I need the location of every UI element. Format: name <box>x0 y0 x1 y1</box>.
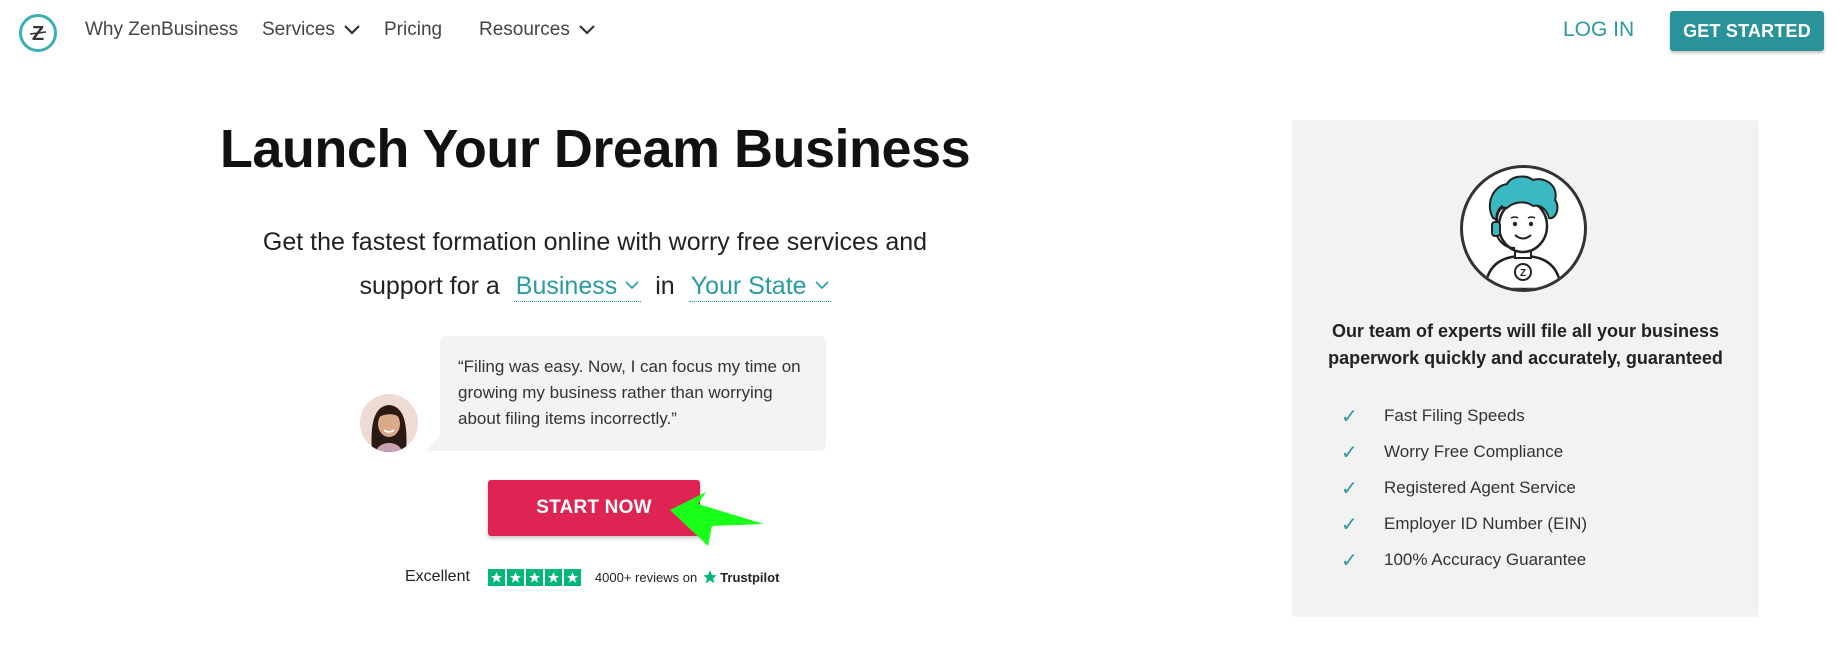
hero-subtitle-line1: Get the fastest formation online with wo… <box>262 228 928 256</box>
subtitle-in: in <box>655 272 675 300</box>
trustpilot-brand: Trustpilot <box>720 569 780 585</box>
support-agent-icon: Z <box>1483 175 1563 289</box>
top-nav: Z Why ZenBusiness Services Pricing Resou… <box>0 0 1848 62</box>
list-item: ✓ Worry Free Compliance <box>1339 434 1587 470</box>
trustpilot-reviews: 4000+ reviews on <box>594 569 698 585</box>
trustpilot-star-icon <box>703 570 717 584</box>
list-item: ✓ Registered Agent Service <box>1339 470 1587 506</box>
star-icon <box>487 568 505 586</box>
get-started-button[interactable]: GET STARTED <box>1670 11 1824 51</box>
nav-why-zenbusiness[interactable]: Why ZenBusiness <box>85 19 238 41</box>
support-agent-illustration: Z <box>1460 165 1587 292</box>
feature-label: 100% Accuracy Guarantee <box>1384 550 1587 569</box>
testimonial-avatar <box>360 394 418 452</box>
list-item: ✓ 100% Accuracy Guarantee <box>1339 542 1587 578</box>
star-icon <box>525 568 543 586</box>
list-item: ✓ Employer ID Number (EIN) <box>1339 506 1587 542</box>
nav-resources-label: Resources <box>479 19 570 40</box>
hero-subtitle-line2: support for a Business in Your State <box>160 264 1030 308</box>
star-icon <box>506 568 524 586</box>
svg-text:Z: Z <box>1520 268 1526 279</box>
feature-list: ✓ Fast Filing Speeds ✓ Worry Free Compli… <box>1339 398 1587 578</box>
check-icon: ✓ <box>1341 405 1358 428</box>
trustpilot-widget[interactable]: Excellent 4000+ reviews on Trustpilot <box>405 568 779 586</box>
state-value: Your State <box>690 271 807 300</box>
feature-label: Employer ID Number (EIN) <box>1384 514 1588 533</box>
login-link[interactable]: LOG IN <box>1563 18 1634 42</box>
zenbusiness-logo[interactable]: Z <box>19 14 57 52</box>
feature-label: Worry Free Compliance <box>1384 442 1564 461</box>
subtitle-prefix: support for a <box>359 272 500 300</box>
nav-why-zenbusiness-label: Why ZenBusiness <box>85 19 239 40</box>
business-type-select[interactable]: Business <box>513 271 642 302</box>
check-icon: ✓ <box>1341 477 1358 500</box>
hero-title: Launch Your Dream Business <box>219 119 971 179</box>
hero-subtitle: Get the fastest formation online with wo… <box>160 220 1030 308</box>
check-icon: ✓ <box>1341 549 1358 572</box>
list-item: ✓ Fast Filing Speeds <box>1339 398 1587 434</box>
star-icon <box>544 568 562 586</box>
chevron-down-icon <box>814 281 829 290</box>
check-icon: ✓ <box>1341 513 1358 536</box>
nav-services[interactable]: Services <box>262 19 360 41</box>
card-headline: Our team of experts will file all your b… <box>1328 321 1723 368</box>
star-icon <box>563 568 581 586</box>
page: Z Why ZenBusiness Services Pricing Resou… <box>0 0 1848 665</box>
nav-pricing-label: Pricing <box>384 19 443 40</box>
chevron-down-icon <box>579 25 595 35</box>
trustpilot-rating-word: Excellent <box>405 568 470 585</box>
testimonial-quote: “Filing was easy. Now, I can focus my ti… <box>440 336 826 451</box>
trustpilot-stars <box>487 568 581 586</box>
feature-label: Registered Agent Service <box>1384 478 1576 497</box>
nav-services-label: Services <box>262 19 335 40</box>
check-icon: ✓ <box>1341 441 1358 464</box>
experts-card: Z Our team of experts will file all your… <box>1292 120 1759 617</box>
state-select[interactable]: Your State <box>688 271 831 302</box>
feature-label: Fast Filing Speeds <box>1384 406 1525 425</box>
z-logo-icon: Z <box>29 23 47 45</box>
chevron-down-icon <box>625 281 639 290</box>
customer-photo <box>360 394 418 452</box>
nav-pricing[interactable]: Pricing <box>384 19 442 41</box>
business-type-value: Business <box>515 271 618 300</box>
nav-resources[interactable]: Resources <box>479 19 595 41</box>
green-pointer-arrow-icon <box>670 492 764 546</box>
chevron-down-icon <box>344 25 360 35</box>
testimonial-quote-text: “Filing was easy. Now, I can focus my ti… <box>458 357 801 428</box>
